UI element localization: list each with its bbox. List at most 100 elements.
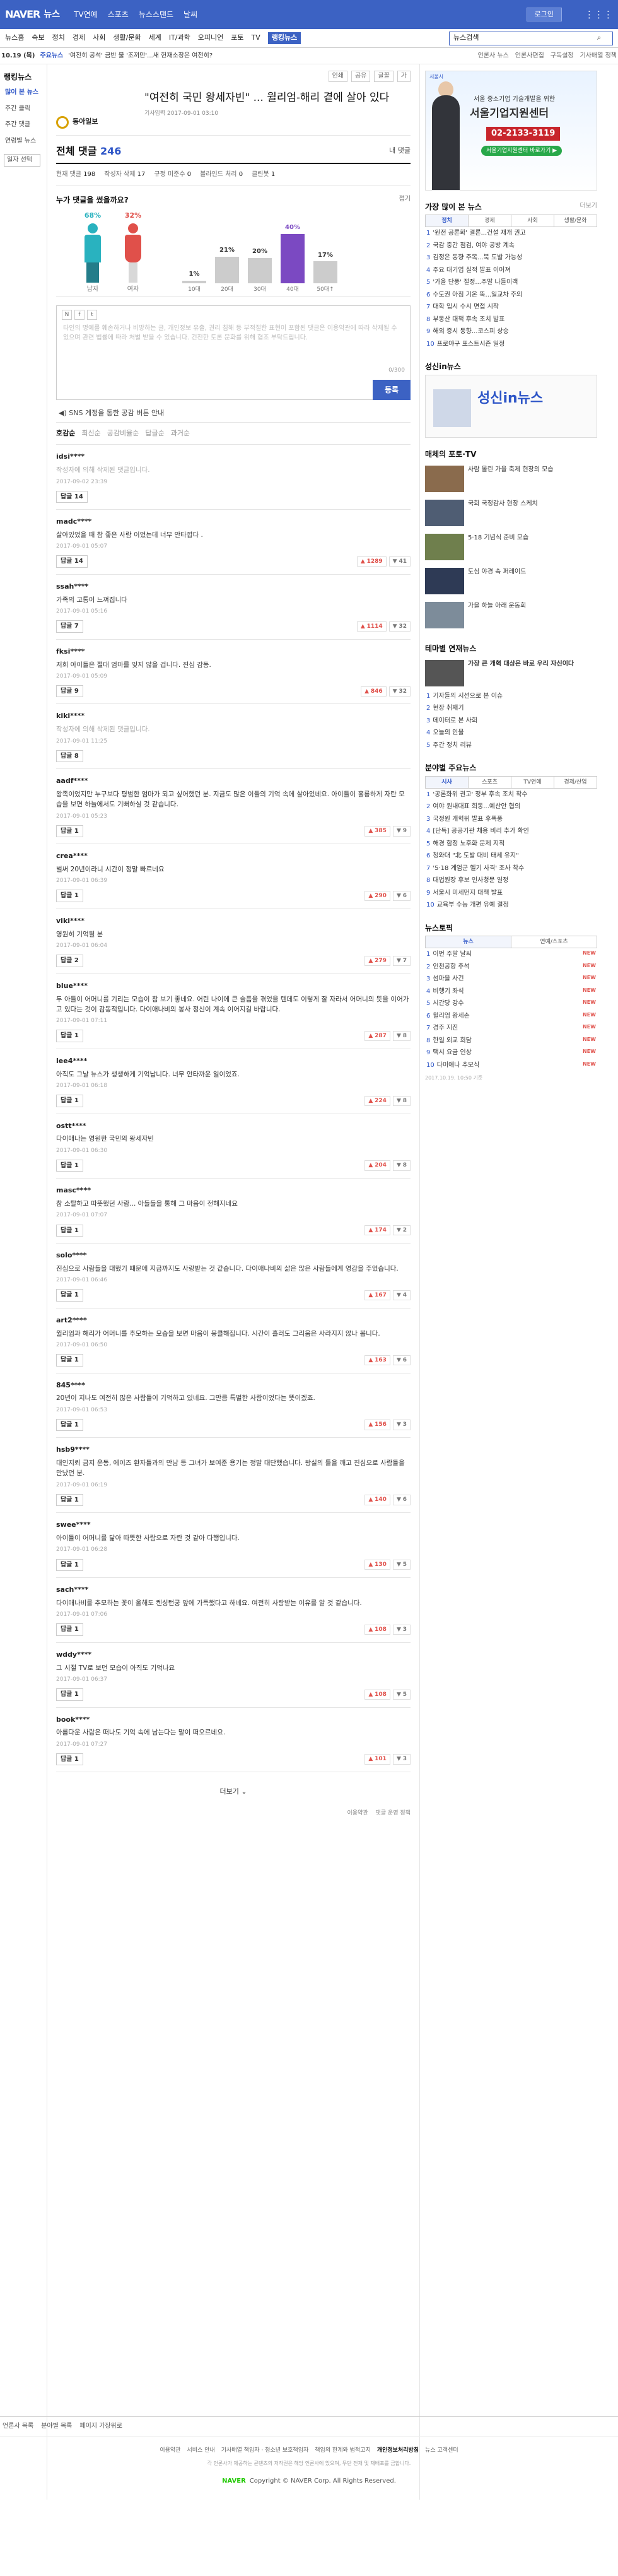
upvote-button[interactable]: ▲ 101: [364, 1754, 390, 1765]
comment-nick[interactable]: blue****: [56, 982, 411, 991]
comment-nick[interactable]: fksi****: [56, 647, 411, 657]
lnb-society[interactable]: 사회: [93, 33, 105, 43]
sort-oldest[interactable]: 과거순: [171, 429, 190, 438]
my-comments-link[interactable]: 내 댓글: [389, 146, 411, 156]
downvote-button[interactable]: ▼ 3: [392, 1420, 411, 1430]
comment-write-box[interactable]: N f t 타인의 명예를 훼손하거나 비방하는 글, 개인정보 유출, 권리 …: [56, 305, 411, 400]
series-item[interactable]: 4 오늘의 인물: [425, 727, 597, 739]
downvote-button[interactable]: ▼ 5: [392, 1689, 411, 1700]
policy-service[interactable]: 서비스 안내: [187, 2447, 215, 2454]
nt-tab-news[interactable]: 뉴스: [426, 936, 511, 948]
comment-nick[interactable]: art2****: [56, 1316, 411, 1326]
upvote-button[interactable]: ▲ 204: [364, 1160, 390, 1171]
topic-item[interactable]: 1 '공론화위 권고' 정부 후속 조치 착수: [425, 789, 597, 801]
naver-logo[interactable]: NAVER: [5, 8, 40, 21]
comment-nick[interactable]: book****: [56, 1715, 411, 1725]
downvote-button[interactable]: ▼ 6: [392, 1495, 411, 1505]
downvote-button[interactable]: ▼ 8: [392, 1095, 411, 1106]
lnb-opinion[interactable]: 오피니언: [198, 33, 223, 43]
reply-button[interactable]: 답글 2: [56, 955, 83, 967]
downvote-button[interactable]: ▼ 2: [392, 1225, 411, 1236]
comment-nick[interactable]: 845****: [56, 1381, 411, 1391]
comment-nick[interactable]: aadf****: [56, 777, 411, 786]
most-viewed-item[interactable]: 10 프로야구 포스트시즌 일정: [425, 338, 597, 351]
topic-item[interactable]: 3 국정원 개혁위 발표 후폭풍: [425, 813, 597, 826]
font-size-button[interactable]: 가: [397, 71, 411, 82]
comment-nick[interactable]: crea****: [56, 852, 411, 861]
comment-nick[interactable]: swee****: [56, 1520, 411, 1530]
lnb-life[interactable]: 생활/문화: [113, 33, 141, 43]
upvote-button[interactable]: ▲ 130: [364, 1560, 390, 1570]
policy-privacy[interactable]: 개인정보처리방침: [377, 2447, 419, 2454]
reply-button[interactable]: 답글 1: [56, 1289, 83, 1302]
reply-button[interactable]: 답글 1: [56, 1493, 83, 1507]
downvote-button[interactable]: ▼ 4: [392, 1290, 411, 1301]
ad-box-banner[interactable]: 성신in뉴스: [425, 374, 597, 438]
sort-replies[interactable]: 답글순: [145, 429, 164, 438]
upvote-button[interactable]: ▲ 385: [364, 826, 390, 837]
series-item[interactable]: 1 기자들의 시선으로 본 이슈: [425, 690, 597, 703]
downvote-button[interactable]: ▼ 6: [392, 1355, 411, 1365]
upvote-button[interactable]: ▲ 167: [364, 1290, 390, 1301]
reply-button[interactable]: 답글 7: [56, 620, 83, 633]
upvote-button[interactable]: ▲ 163: [364, 1355, 390, 1365]
news-topic-item[interactable]: 1 이번 주말 날씨 NEW: [425, 948, 597, 961]
reply-button[interactable]: 답글 8: [56, 750, 83, 763]
most-viewed-item[interactable]: 7 대학 입시 수시 면접 시작: [425, 301, 597, 314]
font-button[interactable]: 글꼴: [374, 71, 394, 82]
reply-button[interactable]: 답글 1: [56, 1558, 83, 1572]
news-topic-item[interactable]: 9 택시 요금 인상 NEW: [425, 1047, 597, 1059]
comment-nick[interactable]: lee4****: [56, 1057, 411, 1066]
news-topic-item[interactable]: 8 한일 외교 회담 NEW: [425, 1035, 597, 1047]
reply-button[interactable]: 답글 1: [56, 1354, 83, 1367]
topic-tab-economy[interactable]: 경제/산업: [554, 777, 597, 788]
photo-item[interactable]: 도심 야경 속 퍼레이드: [425, 564, 597, 598]
photo-item[interactable]: 가을 하늘 아래 운동회: [425, 598, 597, 632]
share-button[interactable]: 공유: [351, 71, 371, 82]
most-viewed-more[interactable]: 더보기: [580, 202, 597, 212]
comment-input-placeholder[interactable]: 타인의 명예를 훼손하거나 비방하는 글, 개인정보 유출, 권리 침해 등 부…: [63, 324, 404, 343]
lnb-world[interactable]: 세계: [149, 33, 161, 43]
most-viewed-item[interactable]: 4 주요 대기업 실적 발표 이어져: [425, 264, 597, 277]
press-name[interactable]: 동아일보: [73, 117, 98, 127]
facebook-login-icon[interactable]: f: [74, 309, 85, 320]
news-topic-item[interactable]: 2 인천공항 추석 NEW: [425, 961, 597, 973]
topic-item[interactable]: 5 해경 함정 노후화 문제 지적: [425, 838, 597, 850]
news-topic-item[interactable]: 5 시간당 강수 NEW: [425, 997, 597, 1010]
topic-item[interactable]: 7'5·18 계엄군 헬기 사격' 조사 착수: [425, 862, 597, 875]
mv-tab-economy[interactable]: 경제: [469, 215, 511, 227]
lnb-it[interactable]: IT/과학: [169, 33, 190, 43]
reply-button[interactable]: 답글 1: [56, 1095, 83, 1107]
downvote-button[interactable]: ▼ 32: [388, 621, 411, 632]
downvote-button[interactable]: ▼ 7: [392, 955, 411, 967]
downvote-button[interactable]: ▼ 41: [388, 556, 411, 567]
reply-button[interactable]: 답글 1: [56, 1030, 83, 1042]
downvote-button[interactable]: ▼ 5: [392, 1560, 411, 1570]
upvote-button[interactable]: ▲ 108: [364, 1689, 390, 1700]
sns-notice[interactable]: ◀) SNS 계정을 통한 공감 버튼 안내: [56, 405, 411, 423]
ad-cta[interactable]: 서울기업지원센터 바로가기 ▶: [481, 146, 563, 156]
side-item-age[interactable]: 연령별 뉴스: [0, 133, 47, 150]
lnb-photo[interactable]: 포토: [231, 33, 243, 43]
series-item[interactable]: 3 데이터로 본 사회: [425, 715, 597, 727]
upvote-button[interactable]: ▲ 1289: [356, 556, 387, 567]
downvote-button[interactable]: ▼ 32: [388, 686, 411, 697]
policy-manager[interactable]: 기사배열 책임자 · 청소년 보호책임자: [221, 2447, 309, 2454]
most-viewed-item[interactable]: 2 국감 중간 점검, 여야 공방 계속: [425, 240, 597, 252]
footer-link-press[interactable]: 언론사 목록: [3, 2422, 33, 2431]
upvote-button[interactable]: ▲ 140: [364, 1495, 390, 1505]
ticker-link-subscribe[interactable]: 구독설정: [551, 52, 574, 61]
downvote-button[interactable]: ▼ 6: [392, 891, 411, 902]
login-button[interactable]: 로그인: [526, 7, 562, 22]
photo-item[interactable]: 5·18 기념식 준비 모습: [425, 530, 597, 564]
lnb-breaking[interactable]: 속보: [32, 33, 44, 43]
upvote-button[interactable]: ▲ 290: [364, 891, 390, 902]
most-viewed-item[interactable]: 5 '가을 단풍' 절정...주말 나들이객: [425, 276, 597, 289]
most-viewed-item[interactable]: 6 수도권 아침 기온 뚝...일교차 주의: [425, 289, 597, 302]
submit-button[interactable]: 등록: [373, 379, 411, 400]
comment-policy-link[interactable]: 댓글 운영 정책: [376, 1809, 411, 1817]
upvote-button[interactable]: ▲ 224: [364, 1095, 390, 1106]
policy-limits[interactable]: 책임의 한계와 법적고지: [315, 2447, 371, 2454]
reply-button[interactable]: 답글 1: [56, 1623, 83, 1636]
gnb-tab-newsstand[interactable]: 뉴스스탠드: [139, 9, 173, 20]
